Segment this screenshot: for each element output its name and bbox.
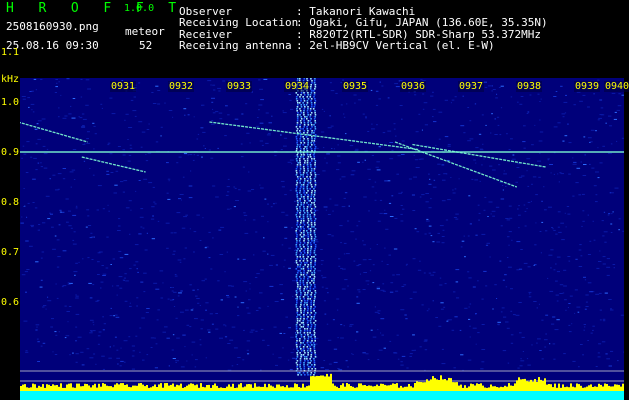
- antenna-value: : 2el-HB9CV Vertical (el. E-W): [296, 39, 495, 52]
- time-tick-label: 0939: [574, 81, 601, 92]
- spectrogram-plot: [20, 78, 624, 400]
- time-tick-label: 0933: [226, 81, 253, 92]
- frequency-unit-label: kHz: [1, 74, 20, 85]
- level-baseline: [20, 391, 624, 400]
- time-axis: 0931 0932 0933 0934 0935 0936 0937 0938 0939 0940: [20, 78, 629, 94]
- frequency-tick-label: 0.9: [1, 147, 20, 158]
- time-tick-label: 0937: [458, 81, 485, 92]
- frequency-tick-label: 0.8: [1, 197, 20, 208]
- meteor-count: 52: [139, 39, 153, 52]
- app-title: H R O F F T: [6, 1, 185, 16]
- meteor-label: meteor: [125, 25, 165, 38]
- frequency-tick-label: 1.0: [1, 97, 20, 108]
- spectrogram-svg: [20, 78, 624, 400]
- frequency-axis: kHz 1.1 1.0 0.9 0.8 0.7 0.6: [0, 47, 20, 400]
- app-version: 1.0.0: [124, 3, 155, 14]
- time-tick-label: 0932: [168, 81, 195, 92]
- datetime-label: 25.08.16 09:30: [6, 39, 99, 52]
- frequency-tick-label: 1.1: [1, 47, 20, 58]
- time-tick-label: 0935: [342, 81, 369, 92]
- time-tick-label: 0938: [516, 81, 543, 92]
- time-tick-label: 0940: [604, 81, 629, 92]
- spectrogram-background: [20, 78, 624, 400]
- filename-label: 2508160930.png: [6, 20, 99, 33]
- time-tick-label: 0936: [400, 81, 427, 92]
- antenna-label: Receiving antenna: [179, 39, 292, 52]
- frequency-tick-label: 0.7: [1, 247, 20, 258]
- time-tick-label: 0934: [284, 81, 311, 92]
- hrofft-window: H R O F F T 1.0.0 2508160930.png 25.08.1…: [0, 0, 629, 400]
- frequency-tick-label: 0.6: [1, 297, 20, 308]
- time-tick-label: 0931: [110, 81, 137, 92]
